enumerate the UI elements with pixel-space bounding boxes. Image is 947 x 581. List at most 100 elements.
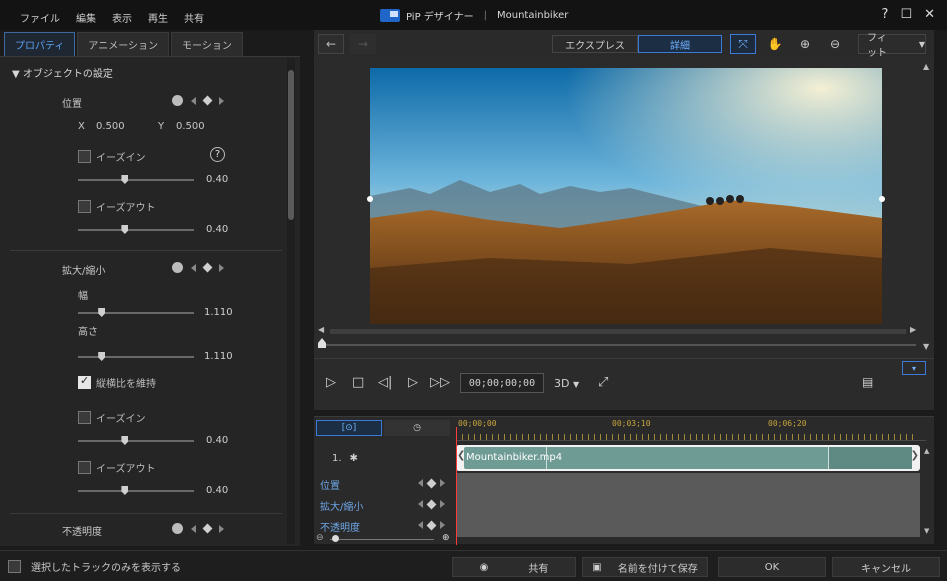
seek-thumb[interactable] [318,338,326,348]
express-mode-button[interactable]: エクスプレス [552,35,638,53]
preview-seek-bar[interactable] [318,338,916,348]
next-keyframe-icon[interactable] [219,96,224,105]
expand-panel-button[interactable]: ▾ [902,361,926,375]
keyframe-track-area[interactable] [456,473,920,537]
scale-ease-out-slider[interactable] [78,486,194,495]
add-keyframe-icon[interactable] [426,520,437,530]
track-visibility-icon[interactable]: ✱ [350,453,358,464]
slider-thumb[interactable] [98,308,106,317]
keyframe-row-position[interactable]: 位置 [320,477,340,492]
checkbox-box[interactable] [78,374,91,389]
timer-view-button[interactable]: ◷ [384,420,450,436]
scroll-up-icon[interactable]: ▲ [923,62,929,71]
position-ease-out-slider[interactable] [78,225,194,234]
detail-mode-button[interactable]: 詳細 [638,35,722,53]
preview-vertical-scrollbar[interactable]: ▲ ▼ [922,62,932,352]
playhead[interactable] [456,427,457,545]
help-icon[interactable]: ? [210,147,225,162]
menu-play[interactable]: 再生 [148,10,168,25]
checkbox-box[interactable] [78,200,91,213]
resize-handle-right[interactable] [879,196,885,202]
reset-keyframe-icon[interactable] [172,95,183,106]
snapshot-icon[interactable]: ▤ [862,375,873,389]
prev-keyframe-icon[interactable] [418,521,423,529]
stop-icon[interactable]: □ [352,375,364,390]
scale-ease-in-checkbox[interactable]: イーズイン [78,410,146,425]
keyframe-row-opacity[interactable]: 不透明度 [320,519,360,534]
next-keyframe-icon[interactable] [219,263,224,272]
scrollbar-thumb[interactable] [288,70,294,220]
time-ruler[interactable]: 00;00;00 00;03;10 00;06;20 [456,417,926,441]
track-view-button[interactable]: [⊙] [316,420,382,436]
video-clip[interactable]: Mountainbiker.mp4 [464,447,912,469]
checkbox-box[interactable] [78,461,91,474]
slider-thumb[interactable] [121,486,129,495]
prev-keyframe-icon[interactable] [418,500,423,508]
help-button[interactable]: ? [882,7,889,22]
prev-frame-icon[interactable]: ◁| [378,375,392,390]
timecode-field[interactable]: 00;00;00;00 [460,373,544,393]
position-ease-in-checkbox[interactable]: イーズイン [78,149,146,164]
timeline-scroll-up-icon[interactable]: ▲ [924,447,929,455]
next-keyframe-icon[interactable] [440,479,445,487]
add-keyframe-icon[interactable] [202,523,213,534]
resize-handle-left[interactable] [367,196,373,202]
height-slider[interactable] [78,352,194,361]
preview-horizontal-scrollbar[interactable]: ◀ ▶ [318,325,918,334]
reset-keyframe-icon[interactable] [172,523,183,534]
redo-button[interactable]: → [350,34,376,54]
prev-keyframe-icon[interactable] [191,524,196,533]
menu-file[interactable]: ファイル [20,10,60,25]
select-move-tool[interactable]: ⤧ [730,34,756,54]
slider-thumb[interactable] [121,225,129,234]
video-track[interactable]: ❮ Mountainbiker.mp4 ❯ [456,445,920,471]
prev-keyframe-icon[interactable] [191,96,196,105]
tab-animation[interactable]: アニメーション [77,32,170,56]
y-value[interactable]: 0.500 [176,121,205,132]
add-keyframe-icon[interactable] [426,499,437,509]
zoom-out-icon[interactable]: ⊖ [316,533,324,543]
checkbox-box[interactable] [8,560,21,573]
x-value[interactable]: 0.500 [96,121,125,132]
zoom-in-tool[interactable]: ⊕ [792,34,818,54]
menu-share[interactable]: 共有 [184,10,204,25]
keyframe-row-scale[interactable]: 拡大/縮小 [320,498,363,513]
zoom-in-icon[interactable]: ⊕ [442,533,450,543]
pan-tool[interactable]: ✋ [762,34,788,54]
next-keyframe-icon[interactable] [440,521,445,529]
clip-tail[interactable] [828,447,912,469]
play-icon[interactable]: ▷ [326,375,336,390]
height-value[interactable]: 1.110 [204,351,233,362]
scrollbar-track[interactable] [330,329,906,334]
timeline-scroll-down-icon[interactable]: ▼ [924,527,929,535]
reset-keyframe-icon[interactable] [172,262,183,273]
slider-thumb[interactable] [98,352,106,361]
zoom-thumb[interactable] [332,535,339,542]
scale-ease-out-checkbox[interactable]: イーズアウト [78,460,156,475]
fast-forward-icon[interactable]: ▷▷ [430,375,450,390]
slider-thumb[interactable] [121,436,129,445]
zoom-fit-select[interactable]: フィット ▼ [858,33,926,59]
menu-view[interactable]: 表示 [112,10,132,25]
clip-trim-right-icon[interactable]: ❯ [911,450,919,461]
scroll-down-icon[interactable]: ▼ [923,342,929,351]
tab-properties[interactable]: プロパティ [4,32,76,56]
add-keyframe-icon[interactable] [202,262,213,273]
show-selected-track-checkbox[interactable]: 選択したトラックのみを表示する [8,559,181,574]
ok-button[interactable]: OK [718,557,826,577]
menu-edit[interactable]: 編集 [76,10,96,25]
close-button[interactable]: ✕ [924,7,935,22]
next-keyframe-icon[interactable] [440,500,445,508]
undo-button[interactable]: ← [318,34,344,54]
collapse-triangle-icon[interactable]: ▼ [12,69,23,80]
cancel-button[interactable]: キャンセル [832,557,940,577]
3d-mode-button[interactable]: 3D ▼ [554,377,579,390]
properties-scrollbar[interactable] [287,58,295,544]
prev-keyframe-icon[interactable] [191,263,196,272]
position-ease-in-slider[interactable] [78,175,194,184]
add-keyframe-icon[interactable] [426,478,437,488]
next-frame-icon[interactable]: ▷ [408,375,418,390]
tab-motion[interactable]: モーション [171,32,243,56]
save-as-button[interactable]: ▣ 名前を付けて保存 [582,557,708,577]
video-preview[interactable] [370,68,882,324]
